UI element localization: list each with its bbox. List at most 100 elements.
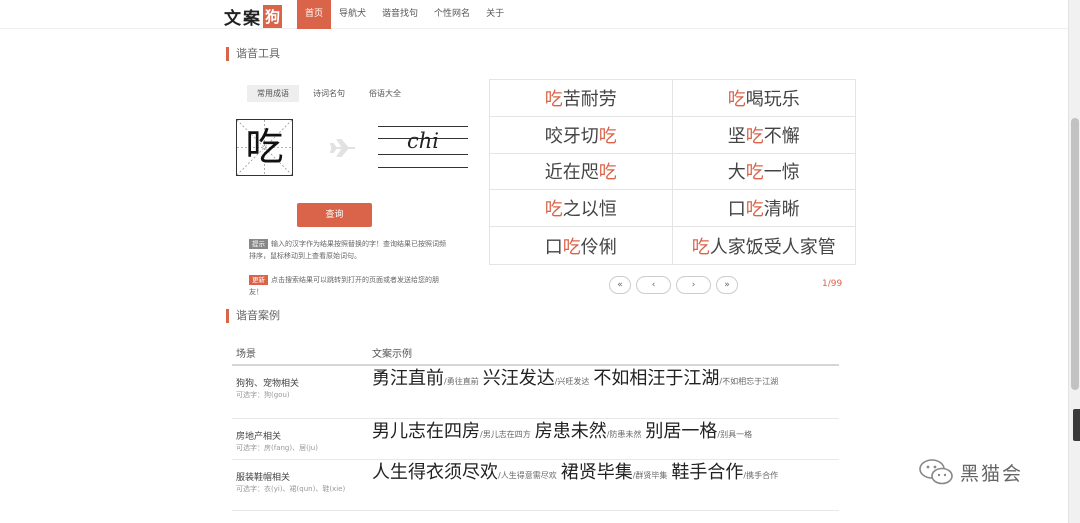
- nav-item[interactable]: 导航犬: [331, 0, 374, 29]
- idiom-text: 清晰: [763, 199, 800, 221]
- idiom-cell[interactable]: 大吃一惊: [672, 154, 855, 191]
- last-page-button[interactable]: »: [716, 276, 738, 294]
- idiom-cell[interactable]: 吃之以恒: [490, 190, 673, 228]
- case-examples: 男儿志在四房/男儿志在四方 房患未然/防患未然 别居一格/别具一格: [372, 419, 839, 459]
- tool-tab[interactable]: 俗语大全: [359, 85, 411, 102]
- highlight-char: 汪: [647, 368, 666, 389]
- col-scene-header: 场景: [236, 349, 256, 360]
- idiom-cell[interactable]: 坚吃不懈: [672, 117, 855, 154]
- nav-item[interactable]: 首页: [297, 0, 332, 29]
- example-original: /防患未然: [606, 430, 642, 439]
- update-note: 更新 点击搜索结果可以跳转到打开的页面或者发送给您的朋友！: [249, 274, 449, 298]
- example-text: 别: [645, 421, 664, 442]
- cases-table-header: 场景 文案示例: [232, 345, 839, 366]
- idiom-text: 伶俐: [580, 236, 617, 258]
- example-original: /勇往直前: [444, 377, 479, 386]
- case-scene: 服装鞋帽相关可选字：衣(yi)、裙(qun)、鞋(xie): [232, 460, 372, 510]
- example-text: 患未然: [552, 421, 607, 442]
- idiom-text: 口: [727, 199, 746, 221]
- highlight-char: 吃: [745, 199, 764, 221]
- nav-item[interactable]: 个性网名: [426, 0, 478, 29]
- first-page-button[interactable]: «: [609, 276, 631, 294]
- tool-section-title: 谐音工具: [226, 47, 280, 61]
- highlight-char: 吃: [745, 162, 764, 184]
- tool-tab[interactable]: 常用成语: [247, 85, 299, 102]
- watermark-text: 黑猫会: [960, 462, 1024, 485]
- idiom-cell[interactable]: 吃喝玩乐: [672, 80, 855, 117]
- example-text: 直前: [408, 368, 444, 389]
- cases-rows: 狗狗、宠物相关 可选字：狗(gou) 勇汪直前/勇往直前 兴汪发达/兴旺发达 不如相汪于…: [232, 366, 839, 511]
- idiom-results-grid: 吃苦耐劳吃喝玩乐 咬牙切吃坚吃不懈 近在咫吃大吃一惊吃之以恒口吃清晰口吃伶俐吃人家饭…: [489, 79, 856, 265]
- page-scrollbar[interactable]: [1068, 0, 1080, 523]
- idiom-cell[interactable]: 吃苦耐劳: [490, 80, 673, 117]
- idiom-text: 咬牙切: [544, 125, 599, 147]
- query-button[interactable]: 查询: [297, 203, 372, 227]
- prev-page-button[interactable]: ‹: [636, 276, 671, 294]
- idiom-cell[interactable]: 吃人家饭受人家管: [673, 227, 856, 264]
- example-original: /群贤毕集: [632, 471, 668, 480]
- update-text: 点击搜索结果可以跳转到打开的页面或者发送给您的朋友！: [249, 276, 439, 296]
- highlight-char: 吃: [727, 88, 746, 110]
- logo-mark: 狗: [263, 5, 283, 28]
- cases-section-title: 谐音案例: [226, 309, 280, 323]
- case-row: 服装鞋帽相关 可选字：衣(yi)、裙(qun)、鞋(xie) 人生得衣须尽欢/人生得…: [232, 460, 839, 511]
- page: 文案狗 首页 导航犬 谐音找句 个性网名 关于 谐音工具 常用成语 诗词名句 俗语大全 吃 …: [0, 0, 1080, 523]
- highlight-char: 房: [462, 421, 480, 442]
- tool-tabs: 常用成语 诗词名句 俗语大全: [247, 85, 415, 102]
- page-count: 1/99: [822, 279, 843, 289]
- case-row: 狗狗、宠物相关 可选字：狗(gou) 勇汪直前/勇往直前 兴汪发达/兴旺发达 不如相汪于…: [232, 366, 839, 419]
- cases-table: 场景 文案示例 狗狗、宠物相关 可选字：狗(gou) 勇汪直前/勇往直前 兴汪发达/兴…: [232, 345, 839, 511]
- scene-optional-chars: 可选字：狗(gou): [236, 391, 290, 399]
- pinyin-line: [378, 167, 468, 168]
- example-text: 不如相: [593, 368, 648, 389]
- pinyin-text: chi: [406, 129, 439, 153]
- tip-tag: 提示: [249, 239, 268, 249]
- example-original: /兴旺发达: [554, 377, 590, 386]
- logo-text: 文案: [224, 9, 262, 29]
- highlight-char: 房: [534, 421, 553, 442]
- nav-item[interactable]: 关于: [478, 0, 512, 29]
- scene-name: 房地产相关: [236, 432, 282, 442]
- example-text: 兴: [482, 368, 501, 389]
- idiom-cell[interactable]: 近在咫吃: [490, 153, 673, 191]
- idiom-text: 不懈: [763, 125, 800, 147]
- char-input-box[interactable]: 吃: [236, 119, 293, 176]
- pinyin-line: [378, 154, 468, 155]
- nav-item[interactable]: 谐音找句: [374, 0, 426, 29]
- scene-name: 服装鞋帽相关: [236, 473, 291, 483]
- example-text: 一格: [681, 421, 718, 442]
- tip-text: 输入的汉字作为结果按照替换的字！查询结果已按照词频排序，鼠标移动到上查看原始词句…: [249, 240, 446, 260]
- side-float-widget[interactable]: [1073, 409, 1080, 441]
- example-original: /人生得意需尽欢: [498, 471, 557, 480]
- next-page-button[interactable]: ›: [676, 276, 711, 294]
- example-text: 发达: [518, 368, 555, 389]
- site-logo[interactable]: 文案狗: [224, 4, 283, 29]
- highlight-char: 吃: [544, 88, 563, 110]
- example-text: 于江湖: [665, 368, 720, 389]
- idiom-text: 坚: [727, 125, 746, 147]
- scrollbar-thumb[interactable]: [1071, 118, 1079, 390]
- idiom-text: 人家饭受人家管: [709, 236, 836, 258]
- example-text: 勇: [372, 368, 390, 389]
- tool-tab[interactable]: 诗词名句: [303, 85, 355, 102]
- example-text: 手合作: [689, 462, 744, 483]
- example-original: /男儿志在四方: [480, 430, 531, 439]
- airplane-icon: [330, 139, 355, 157]
- main-nav: 首页 导航犬 谐音找句 个性网名 关于: [297, 0, 512, 29]
- highlight-char: 汪: [390, 368, 408, 389]
- example-original: /别具一格: [717, 430, 753, 439]
- highlight-char: 吃: [562, 236, 581, 258]
- highlight-char: 吃: [598, 125, 617, 147]
- idiom-text: 一惊: [763, 162, 800, 184]
- highlight-char: 吃: [745, 125, 764, 147]
- example-text: 须尽欢: [444, 462, 498, 483]
- highlight-char: 鞋: [671, 462, 690, 483]
- scene-optional-chars: 可选字：衣(yi)、裙(qun)、鞋(xie): [236, 485, 346, 493]
- idiom-cell[interactable]: 咬牙切吃: [490, 116, 673, 154]
- pager: « ‹ › »: [609, 276, 743, 294]
- highlight-char: 裙: [560, 462, 579, 483]
- pinyin-line: [378, 126, 468, 127]
- idiom-cell[interactable]: 口吃伶俐: [490, 227, 673, 264]
- idiom-text: 近在咫: [544, 162, 599, 184]
- idiom-cell[interactable]: 口吃清晰: [672, 190, 855, 228]
